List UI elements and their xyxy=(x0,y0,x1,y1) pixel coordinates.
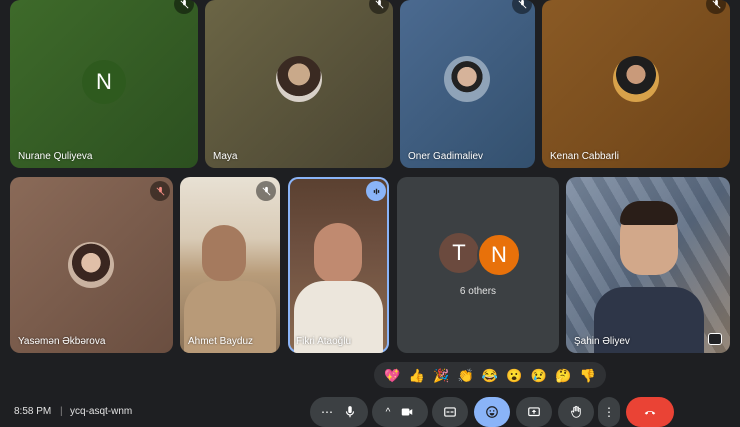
participant-tile-kenan[interactable]: Kenan Cabbarli xyxy=(542,0,730,168)
avatar-letter: N xyxy=(82,60,126,104)
end-call-icon xyxy=(644,410,656,415)
participant-name: Kenan Cabbarli xyxy=(550,151,619,162)
reaction-surprised[interactable]: 😮 xyxy=(506,369,522,382)
participant-name: Yasəmən Əkbərova xyxy=(18,336,106,347)
reactions-bar: 💖 👍 🎉 👏 😂 😮 😢 🤔 👎 xyxy=(374,362,606,388)
participant-tile-sahin[interactable]: Şahin Əliyev xyxy=(566,177,730,353)
present-screen-icon xyxy=(528,407,540,417)
divider: | xyxy=(60,406,63,417)
emoji-button[interactable] xyxy=(474,397,510,427)
meeting-code: ycq-asqt-wnm xyxy=(70,406,133,417)
participant-name: Ahmet Bayduz xyxy=(188,336,254,347)
avatar-letter: T xyxy=(439,233,479,273)
reaction-thinking[interactable]: 🤔 xyxy=(555,369,571,382)
reaction-party[interactable]: 🎉 xyxy=(433,369,449,382)
participant-name: Maya xyxy=(213,151,238,162)
mic-options-icon[interactable]: ⋯ xyxy=(321,405,333,419)
raise-hand-icon xyxy=(571,405,581,418)
reaction-laugh[interactable]: 😂 xyxy=(482,369,498,382)
raise-hand-button[interactable] xyxy=(558,397,594,427)
mic-muted-icon xyxy=(512,0,532,14)
reaction-heart[interactable]: 💖 xyxy=(384,369,400,382)
more-vert-icon: ⋮ xyxy=(603,405,615,419)
avatar xyxy=(276,56,322,102)
more-options-button[interactable]: ⋮ xyxy=(598,397,620,427)
camera-icon[interactable] xyxy=(400,405,414,419)
reaction-sad[interactable]: 😢 xyxy=(531,369,547,382)
participant-tile-nurane[interactable]: N Nurane Quliyeva xyxy=(10,0,198,168)
avatar-letter: N xyxy=(477,233,521,277)
participant-name: Fikri Ataoğlu xyxy=(296,336,352,347)
leave-call-button[interactable] xyxy=(626,397,674,427)
mic-muted-icon xyxy=(256,181,276,201)
avatar xyxy=(613,56,659,102)
emoji-icon xyxy=(486,406,498,418)
participant-name: Şahin Əliyev xyxy=(574,336,630,347)
mic-controls: ⋯ xyxy=(310,397,368,427)
speaking-indicator-icon xyxy=(366,181,386,201)
avatar xyxy=(444,56,490,102)
participant-tile-oner[interactable]: Oner Gadimaliev xyxy=(400,0,535,168)
participant-tile-maya[interactable]: Maya xyxy=(205,0,393,168)
participant-tile-yasemen[interactable]: Yasəmən Əkbərova xyxy=(10,177,173,353)
present-button[interactable] xyxy=(516,397,552,427)
meeting-time: 8:58 PM xyxy=(14,406,52,417)
participant-name: Oner Gadimaliev xyxy=(408,151,484,162)
reaction-thumbs-up[interactable]: 👍 xyxy=(409,369,425,382)
chevron-up-icon[interactable]: ^ xyxy=(386,407,391,418)
mic-muted-icon xyxy=(369,0,389,14)
mic-muted-icon xyxy=(706,0,726,14)
video-person xyxy=(202,225,246,281)
participant-tile-fikri[interactable]: Fikri Ataoğlu xyxy=(288,177,389,353)
reaction-thumbs-down[interactable]: 👎 xyxy=(580,369,596,382)
video-hair xyxy=(620,201,678,225)
mic-muted-icon xyxy=(150,181,170,201)
captions-button[interactable] xyxy=(432,397,468,427)
mic-icon[interactable] xyxy=(343,405,357,419)
others-count-label: 6 others xyxy=(459,286,497,297)
mic-muted-icon xyxy=(174,0,194,14)
participant-tile-ahmet[interactable]: Ahmet Bayduz xyxy=(180,177,280,353)
participant-name: Nurane Quliyeva xyxy=(18,151,93,162)
avatar xyxy=(68,242,114,288)
expand-icon[interactable] xyxy=(708,333,722,345)
camera-controls: ^ xyxy=(372,397,428,427)
others-tile[interactable]: T N 6 others xyxy=(397,177,559,353)
reaction-clap[interactable]: 👏 xyxy=(457,369,473,382)
captions-icon xyxy=(444,407,456,417)
video-person xyxy=(314,223,362,283)
